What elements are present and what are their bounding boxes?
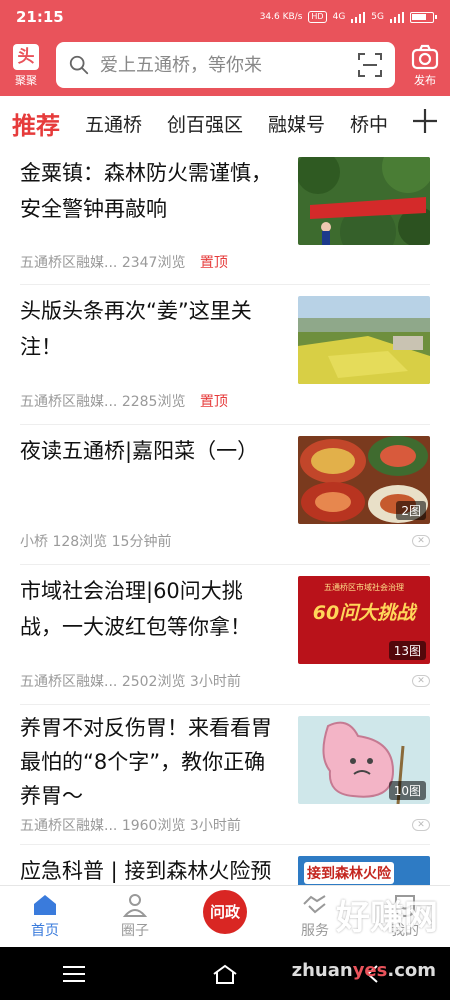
poster-big-text: 60问大挑战 — [312, 602, 416, 624]
news-source: 小桥 — [20, 534, 48, 550]
app-header: 头 聚聚 发布 — [0, 34, 450, 96]
news-item[interactable]: 应急科普 | 接到森林火险预 接到森林火险 — [20, 845, 430, 885]
home-button-icon[interactable] — [212, 964, 238, 984]
news-source: 五通桥区融媒... — [20, 818, 118, 834]
news-views: 2502浏览 — [121, 674, 186, 690]
news-item[interactable]: 市域社会治理|60问大挑战，一大波红包等你拿！ 五通桥区市域社会治理 60问大挑… — [20, 565, 430, 705]
menu-icon[interactable] — [63, 965, 86, 982]
nav-circle-label: 圈子 — [121, 923, 149, 939]
news-views: 1960浏览 — [121, 818, 186, 834]
news-title: 金粟镇：森林防火需谨慎，安全警钟再敲响 — [20, 161, 272, 221]
dismiss-icon[interactable]: ✕ — [412, 535, 430, 547]
news-thumbnail: 接到森林火险 — [298, 856, 430, 885]
pinned-badge: 置顶 — [199, 394, 228, 410]
news-thumbnail — [298, 296, 430, 384]
news-source: 五通桥区融媒... — [20, 255, 118, 271]
news-item[interactable]: 头版头条再次“姜”这里关注！ 五通桥区融媒... 2285浏览 置顶 — [20, 285, 430, 425]
search-icon — [69, 55, 89, 75]
dismiss-icon[interactable]: ✕ — [412, 675, 430, 687]
tab-top100[interactable]: 创百强区 — [167, 110, 243, 137]
search-bar[interactable] — [56, 42, 395, 88]
publish-label: 发布 — [414, 74, 436, 87]
news-time: 15分钟前 — [111, 534, 172, 550]
network-b: 5G — [371, 12, 384, 22]
news-source: 五通桥区融媒... — [20, 394, 118, 410]
status-time: 21:15 — [16, 8, 64, 26]
jujv-label: 聚聚 — [15, 74, 37, 87]
poster-title: 五通桥区市域社会治理 — [324, 583, 404, 592]
news-title: 夜读五通桥|嘉阳菜（一） — [20, 439, 259, 463]
search-input[interactable] — [100, 54, 357, 76]
dismiss-icon[interactable]: ✕ — [412, 819, 430, 831]
add-tab-icon[interactable] — [410, 106, 440, 136]
news-item[interactable]: 养胃不对反伤胃！来看看胃最怕的“8个字”，教你正确养胃～ 10图 五通桥区融媒.… — [20, 705, 430, 845]
news-meta: 五通桥区融媒... 2502浏览 3小时前 — [20, 671, 241, 691]
publish-button[interactable]: 发布 — [404, 44, 446, 90]
signal-icon — [351, 11, 366, 23]
news-time: 3小时前 — [189, 674, 241, 690]
tab-qiaozhong[interactable]: 桥中 — [350, 110, 388, 137]
news-item[interactable]: 夜读五通桥|嘉阳菜（一） 2图 小桥 128浏览 15分钟前 ✕ — [20, 425, 430, 565]
nav-wenzheng[interactable]: 问政 — [180, 886, 270, 947]
news-thumbnail: 五通桥区市域社会治理 60问大挑战 13图 — [298, 576, 430, 664]
news-title: 养胃不对反伤胃！来看看胃最怕的“8个字”，教你正确养胃～ — [20, 716, 272, 808]
news-views: 2285浏览 — [121, 394, 186, 410]
news-thumbnail — [298, 157, 430, 245]
news-views: 128浏览 — [52, 534, 108, 550]
signal-icon-2 — [390, 11, 404, 23]
category-tabs: 推荐 五通桥 创百强区 融媒号 桥中 — [0, 96, 450, 150]
network-speed: 34.6 KB/s — [259, 12, 303, 22]
nav-service-label: 服务 — [301, 923, 329, 939]
tab-media[interactable]: 融媒号 — [268, 110, 325, 137]
home-icon — [34, 895, 56, 915]
news-meta: 五通桥区融媒... 2347浏览 置顶 — [20, 252, 228, 272]
nav-home-label: 首页 — [31, 923, 59, 939]
news-thumbnail: 10图 — [298, 716, 430, 804]
jujv-button[interactable]: 头 聚聚 — [8, 44, 44, 90]
news-time: 3小时前 — [189, 818, 241, 834]
image-count-badge: 13图 — [388, 641, 426, 660]
news-meta: 小桥 128浏览 15分钟前 — [20, 531, 171, 551]
handshake-icon — [303, 895, 326, 914]
app-logo-icon: 头 — [13, 44, 39, 70]
image-count-badge: 10图 — [388, 781, 426, 800]
nav-home[interactable]: 首页 — [0, 886, 90, 947]
battery-icon — [410, 11, 437, 23]
poster-text: 接到森林火险 — [304, 862, 394, 884]
network-a: 4G — [332, 12, 346, 22]
news-title: 应急科普 | 接到森林火险预 — [20, 859, 272, 883]
tab-recommend[interactable]: 推荐 — [12, 106, 60, 141]
tab-wutongqiao[interactable]: 五通桥 — [85, 110, 142, 137]
news-item[interactable]: 金粟镇：森林防火需谨慎，安全警钟再敲响 五通桥区融媒... 2347浏览 置顶 — [20, 150, 430, 285]
status-icons: 34.6 KB/s HD 4G 5G — [259, 11, 437, 23]
image-count-badge: 2图 — [396, 501, 426, 520]
nav-circle[interactable]: 圈子 — [90, 886, 180, 947]
circle-icon — [122, 894, 148, 917]
news-thumbnail: 2图 — [298, 436, 430, 524]
news-views: 2347浏览 — [121, 255, 186, 271]
news-source: 五通桥区融媒... — [20, 674, 118, 690]
watermark-url: zhuanyes.com — [291, 960, 436, 981]
news-title: 头版头条再次“姜”这里关注！ — [20, 299, 252, 359]
watermark-text: 好赚网 — [336, 898, 438, 938]
camera-icon — [411, 44, 439, 70]
hd-badge: HD — [308, 11, 327, 23]
news-feed: 金粟镇：森林防火需谨慎，安全警钟再敲响 五通桥区融媒... 2347浏览 置顶 … — [0, 150, 450, 885]
news-title: 市域社会治理|60问大挑战，一大波红包等你拿！ — [20, 579, 251, 639]
wenzheng-icon: 问政 — [203, 890, 247, 934]
scan-icon[interactable] — [357, 52, 383, 78]
news-meta: 五通桥区融媒... 2285浏览 置顶 — [20, 391, 228, 411]
news-meta: 五通桥区融媒... 1960浏览 3小时前 — [20, 815, 241, 835]
status-bar: 21:15 34.6 KB/s HD 4G 5G — [0, 0, 450, 34]
pinned-badge: 置顶 — [199, 255, 228, 271]
